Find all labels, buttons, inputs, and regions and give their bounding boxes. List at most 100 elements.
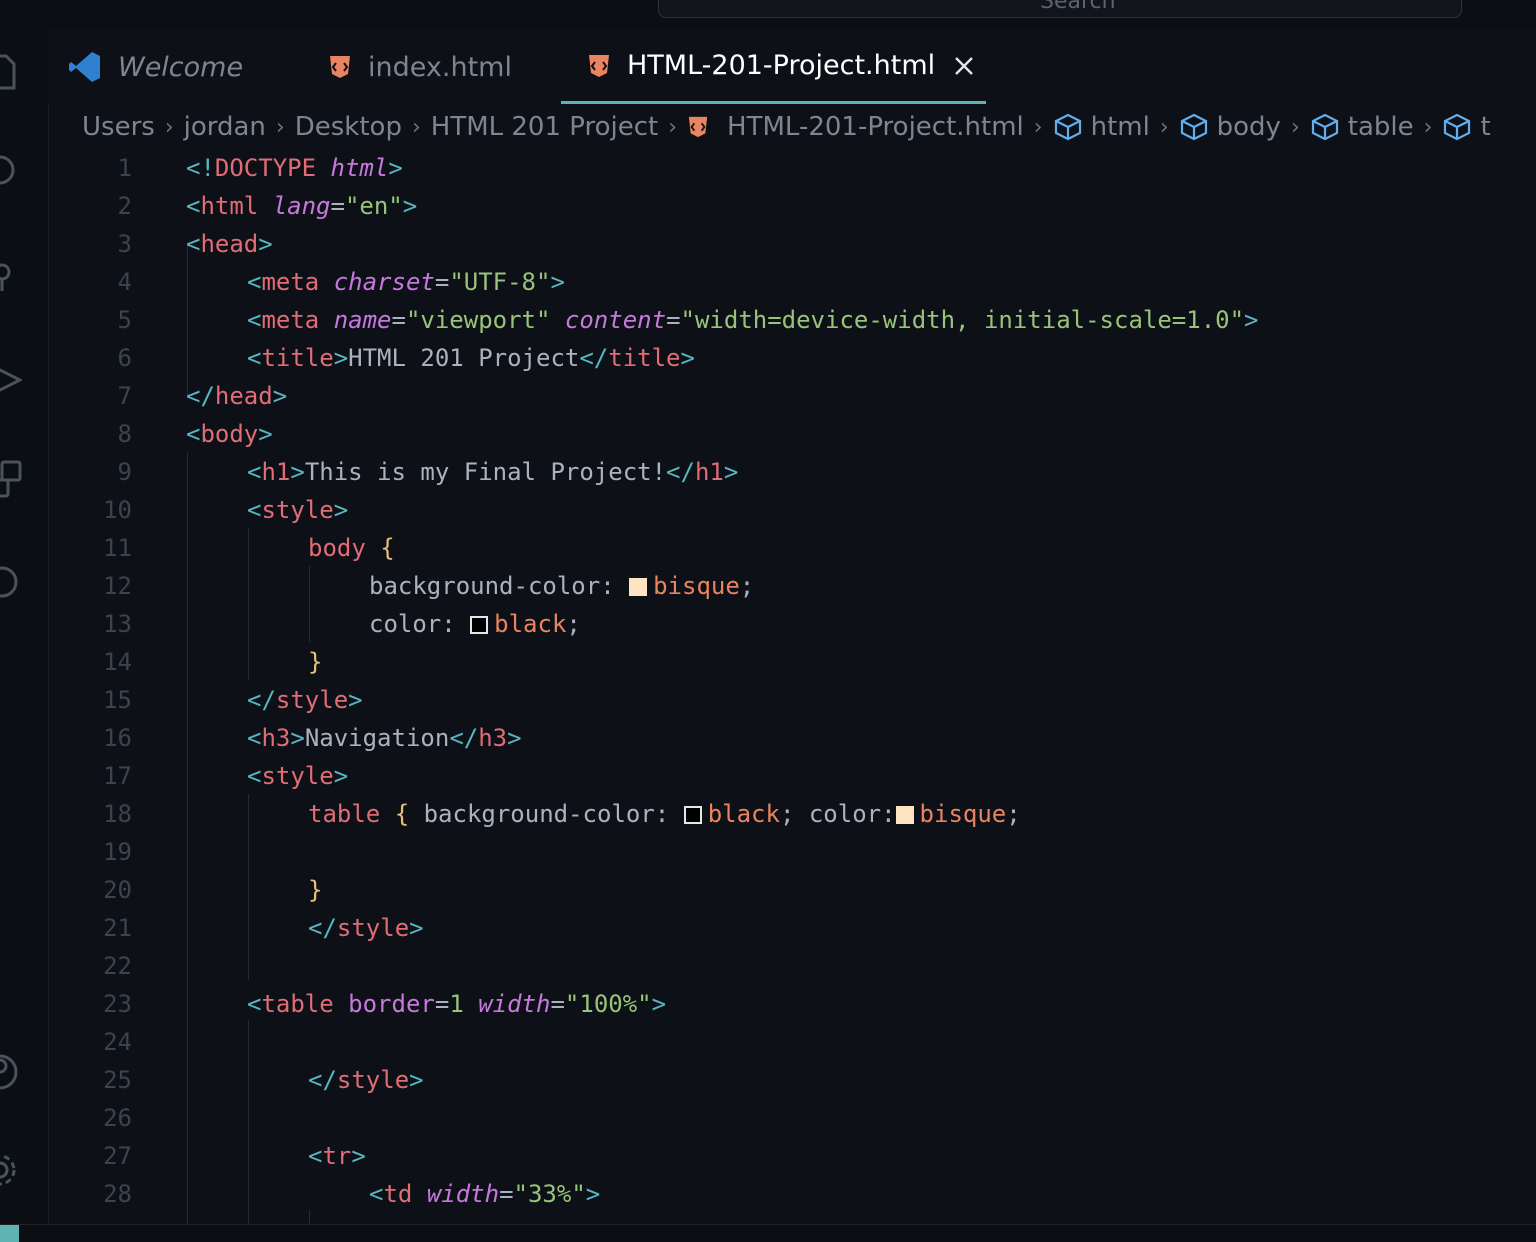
code-token: bisque: [653, 572, 740, 600]
code-text: <h1>This is my Final Project!</h1>: [247, 453, 738, 491]
code-line[interactable]: 16 <h3>Navigation</h3>: [48, 719, 1536, 757]
code-token: >: [409, 914, 424, 942]
code-line[interactable]: 28 <td width="33%">: [48, 1175, 1536, 1213]
code-text: </style>: [247, 681, 363, 719]
breadcrumb-item[interactable]: html: [1091, 112, 1150, 142]
code-line[interactable]: 24: [48, 1023, 1536, 1061]
code-token: =: [666, 306, 681, 334]
code-token: ; color:: [779, 800, 896, 828]
chevron-right-icon: ›: [275, 114, 285, 140]
color-swatch[interactable]: [470, 616, 489, 634]
code-text: <body>: [186, 415, 273, 453]
color-swatch[interactable]: [683, 806, 702, 824]
breadcrumb-item[interactable]: t: [1480, 112, 1490, 142]
code-line[interactable]: 17 <style>: [48, 757, 1536, 795]
code-line[interactable]: 23 <table border=1 width="100%">: [48, 985, 1536, 1023]
code-line[interactable]: 1 <!DOCTYPE html>: [48, 149, 1536, 187]
code-line[interactable]: 7 </head>: [48, 377, 1536, 415]
remote-explorer-icon[interactable]: [0, 562, 22, 602]
code-token: <: [247, 268, 262, 296]
element-cube-icon: [1180, 113, 1207, 141]
color-swatch[interactable]: [629, 578, 648, 596]
code-token: <: [247, 990, 262, 1018]
code-token: This is my Final Project!: [304, 458, 667, 486]
code-token: body: [308, 534, 366, 562]
code-line[interactable]: 10 <style>: [48, 491, 1536, 529]
code-editor[interactable]: 1 <!DOCTYPE html> 2 <html lang="en"> 3 <head>…: [48, 148, 1536, 1224]
tab-welcome[interactable]: Welcome: [68, 30, 288, 104]
remote-indicator[interactable]: [0, 1225, 19, 1242]
extensions-icon[interactable]: [0, 458, 22, 498]
code-line[interactable]: 13 color: black;: [48, 605, 1536, 643]
code-token: <!: [186, 154, 215, 182]
line-number: 12: [103, 572, 132, 600]
search-icon[interactable]: [0, 152, 22, 192]
tab-index-html[interactable]: index.html: [328, 30, 568, 104]
element-cube-icon: [1054, 113, 1081, 141]
code-token: h3: [261, 724, 291, 752]
code-line[interactable]: 6 <title>HTML 201 Project</title>: [48, 339, 1536, 377]
code-token: style: [261, 762, 334, 790]
code-line[interactable]: 27 <tr>: [48, 1137, 1536, 1175]
settings-gear-icon[interactable]: [0, 1150, 22, 1190]
code-token: 1: [449, 990, 464, 1018]
code-token: >: [402, 192, 418, 220]
tab-label: index.html: [368, 51, 512, 83]
code-line[interactable]: 21 </style>: [48, 909, 1536, 947]
breadcrumb-item[interactable]: Users: [82, 112, 155, 142]
html-file-icon: [589, 54, 609, 77]
code-line[interactable]: 26: [48, 1099, 1536, 1137]
breadcrumb-item[interactable]: table: [1348, 112, 1414, 142]
code-token: h3: [478, 724, 508, 752]
code-line[interactable]: 9 <h1>This is my Final Project!</h1>: [48, 453, 1536, 491]
code-line[interactable]: 12 background-color: bisque;: [48, 567, 1536, 605]
code-token: "UTF-8": [449, 268, 551, 296]
code-token: </: [449, 724, 479, 752]
code-line[interactable]: 8 <body>: [48, 415, 1536, 453]
code-line[interactable]: 3 <head>: [48, 225, 1536, 263]
tab-html-201-project[interactable]: HTML-201-Project.html: [561, 30, 986, 104]
code-line[interactable]: 5 <meta name="viewport" content="width=de…: [48, 301, 1536, 339]
code-token: =: [499, 1180, 514, 1208]
breadcrumb-item[interactable]: jordan: [184, 112, 266, 142]
code-line[interactable]: 25 </style>: [48, 1061, 1536, 1099]
code-token: >: [680, 344, 695, 372]
code-line[interactable]: 15 </style>: [48, 681, 1536, 719]
code-line[interactable]: 4 <meta charset="UTF-8">: [48, 263, 1536, 301]
code-token: =: [550, 990, 565, 1018]
code-line[interactable]: 20}: [48, 871, 1536, 909]
close-icon[interactable]: [953, 55, 975, 77]
line-number: 6: [117, 344, 132, 372]
code-token: =: [330, 192, 345, 220]
breadcrumb-item[interactable]: HTML-201-Project.html: [727, 112, 1024, 142]
code-line[interactable]: 22: [48, 947, 1536, 985]
line-number: 22: [103, 952, 132, 980]
color-swatch[interactable]: [895, 806, 914, 824]
breadcrumb-item[interactable]: body: [1217, 112, 1281, 142]
explorer-icon[interactable]: [0, 52, 22, 92]
code-line[interactable]: 14}: [48, 643, 1536, 681]
code-line[interactable]: 19: [48, 833, 1536, 871]
breadcrumb-item[interactable]: HTML 201 Project: [431, 112, 658, 142]
code-text: background-color: bisque;: [369, 567, 754, 605]
chevron-right-icon: ›: [1423, 114, 1433, 140]
account-icon[interactable]: [0, 1050, 22, 1090]
code-line[interactable]: 18 table { background-color: black; color…: [48, 795, 1536, 833]
line-number: 11: [103, 534, 132, 562]
line-number: 24: [103, 1028, 132, 1056]
code-line[interactable]: 2 <html lang="en">: [48, 187, 1536, 225]
code-text: body {: [308, 529, 395, 567]
line-number: 8: [117, 420, 132, 448]
source-control-icon[interactable]: [0, 258, 22, 298]
line-number: 17: [103, 762, 132, 790]
code-token: >: [348, 686, 363, 714]
line-number: 27: [103, 1142, 132, 1170]
run-debug-icon[interactable]: [0, 360, 22, 400]
breadcrumb-item[interactable]: Desktop: [295, 112, 402, 142]
code-line[interactable]: 11 body {: [48, 529, 1536, 567]
code-text: <head>: [186, 225, 273, 263]
